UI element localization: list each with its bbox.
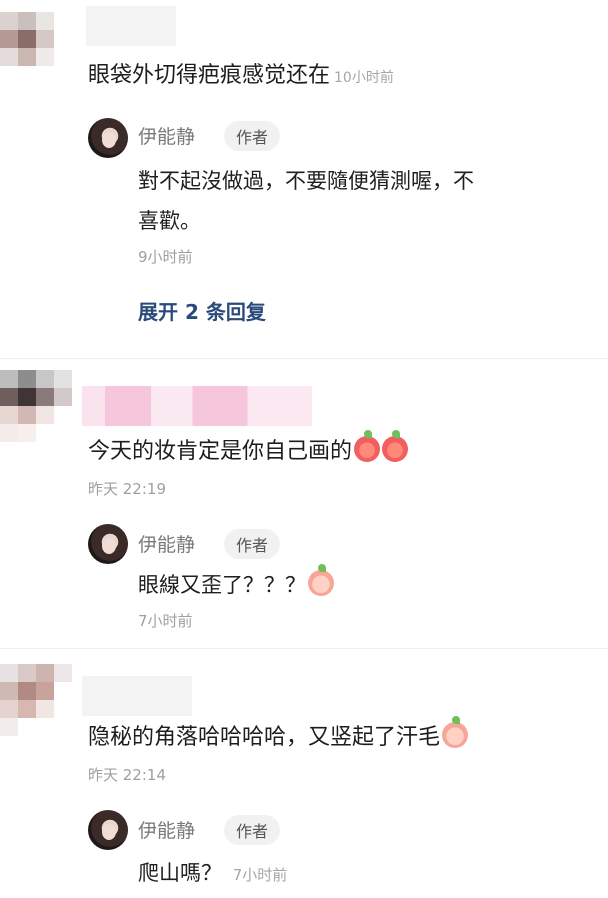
reply-time: 9小时前 bbox=[138, 248, 193, 266]
author-name[interactable]: 伊能静 bbox=[138, 122, 195, 149]
comment-time: 昨天 22:14 bbox=[88, 766, 166, 784]
comment-body: 今天的妆肯定是你自己画的 bbox=[88, 439, 353, 464]
divider bbox=[0, 358, 608, 359]
avatar[interactable] bbox=[0, 664, 72, 736]
reply-text: 眼線又歪了？？？ bbox=[138, 564, 334, 604]
reply-body: 爬山嗎？ bbox=[138, 861, 222, 885]
comment-text: 今天的妆肯定是你自己画的 bbox=[88, 430, 409, 468]
author-badge: 作者 bbox=[224, 529, 281, 559]
grin-icon bbox=[382, 430, 409, 462]
reply-text-line-2: 喜歡。 bbox=[138, 209, 201, 233]
author-avatar[interactable] bbox=[88, 810, 128, 850]
comment-time: 昨天 22:19 bbox=[88, 480, 166, 498]
reply-time: 7小时前 bbox=[138, 612, 193, 630]
avatar[interactable] bbox=[0, 370, 72, 442]
username[interactable] bbox=[82, 676, 192, 716]
divider bbox=[0, 648, 608, 649]
author-badge: 作者 bbox=[224, 121, 281, 151]
author-avatar[interactable] bbox=[88, 524, 128, 564]
author-avatar[interactable] bbox=[88, 118, 128, 158]
reply-text-line-1: 對不起沒做過，不要隨便猜測喔，不 bbox=[138, 169, 474, 193]
comment-text: 眼袋外切得疤痕感觉还在 10小时前 bbox=[88, 60, 394, 94]
shock-icon bbox=[442, 716, 469, 748]
expand-replies-button[interactable]: 展开 2 条回复 bbox=[138, 296, 266, 325]
reply-body: 眼線又歪了？？？ bbox=[138, 573, 306, 597]
username[interactable] bbox=[86, 6, 176, 46]
comment-time: 10小时前 bbox=[334, 70, 394, 86]
reply-time: 7小时前 bbox=[232, 866, 288, 884]
username[interactable] bbox=[82, 386, 312, 426]
author-name[interactable]: 伊能静 bbox=[138, 816, 195, 843]
facepalm-icon bbox=[308, 564, 334, 596]
comment-text: 隐秘的角落哈哈哈哈，又竖起了汗毛 bbox=[88, 716, 469, 754]
comment-body: 眼袋外切得疤痕感觉还在 bbox=[88, 63, 331, 88]
author-name[interactable]: 伊能静 bbox=[138, 530, 195, 557]
avatar[interactable] bbox=[0, 12, 72, 84]
author-badge: 作者 bbox=[224, 815, 281, 845]
crying-laugh-icon bbox=[354, 430, 381, 462]
reply-text: 爬山嗎？ 7小时前 bbox=[138, 854, 287, 894]
comment-body: 隐秘的角落哈哈哈哈，又竖起了汗毛 bbox=[88, 725, 441, 750]
